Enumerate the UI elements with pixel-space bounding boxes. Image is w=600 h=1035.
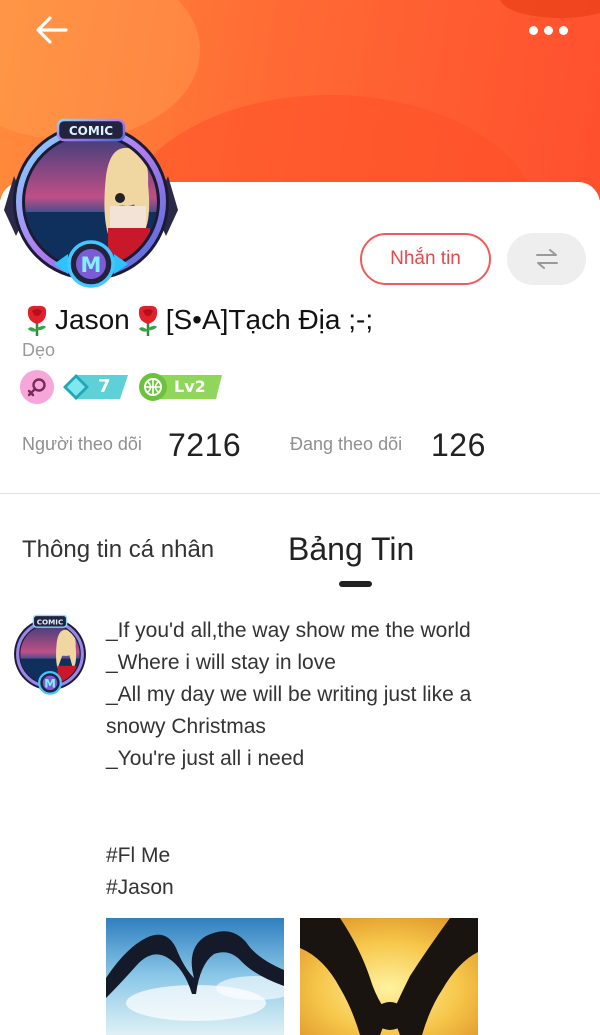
profile-name: Jason [S•A]Tạch Địa ;-; xyxy=(22,300,376,340)
back-button[interactable] xyxy=(28,8,76,52)
following-label: Đang theo dõi xyxy=(290,434,403,454)
avatar-frame-letter: M xyxy=(81,253,102,277)
swap-arrows-icon xyxy=(535,249,558,269)
post-line: _You're just all i need xyxy=(106,747,305,770)
following-count[interactable]: 126 xyxy=(431,427,486,464)
tab-feed[interactable]: Bảng Tin xyxy=(288,531,414,568)
switch-button[interactable] xyxy=(507,233,586,285)
female-icon xyxy=(20,370,54,404)
arrow-left-icon xyxy=(36,16,68,44)
hashtag[interactable]: #Jason xyxy=(106,872,174,904)
badge-row: 7 Lv2 xyxy=(20,370,224,404)
post-avatar-frame-letter: M xyxy=(44,676,56,690)
message-button[interactable]: Nhắn tin xyxy=(360,233,491,285)
rose-icon xyxy=(138,305,157,336)
followers-label: Người theo dõi xyxy=(22,434,142,454)
profile-name-suffix: [S•A]Tạch Địa ;-; xyxy=(165,304,374,335)
message-button-label: Nhắn tin xyxy=(390,248,461,269)
heart-hands-sky-image[interactable] xyxy=(106,918,284,1035)
rose-icon xyxy=(27,305,47,336)
more-options-button[interactable] xyxy=(518,14,578,46)
level-badge: Lv2 xyxy=(138,372,224,402)
post-author-avatar[interactable]: COMIC M xyxy=(10,614,90,696)
post-hashtags: #Fl Me #Jason xyxy=(106,840,174,904)
profile-name-text: Jason xyxy=(55,304,130,335)
profile-nickname: Dẹo xyxy=(22,340,56,360)
post-text: _If you'd all,the way show me the world … xyxy=(106,615,576,775)
divider xyxy=(0,493,600,494)
avatar-frame-label: COMIC xyxy=(69,124,113,138)
post-line: _Where i will stay in love xyxy=(106,651,336,674)
avatar[interactable]: COMIC M xyxy=(2,114,180,294)
active-tab-indicator xyxy=(339,581,372,587)
gem-level-value: 7 xyxy=(98,376,111,397)
followers-count[interactable]: 7216 xyxy=(168,427,241,464)
tab-personal-info[interactable]: Thông tin cá nhân xyxy=(22,536,214,564)
post-line: _All my day we will be writing just like… xyxy=(106,683,472,706)
post-line: _If you'd all,the way show me the world xyxy=(106,619,471,642)
post-line: snowy Christmas xyxy=(106,715,266,738)
follow-stats: Người theo dõi 7216 Đang theo dõi 126 xyxy=(22,420,582,472)
more-dots-icon xyxy=(528,25,538,35)
holding-hands-sunset-image[interactable] xyxy=(300,918,478,1035)
gem-level-badge: 7 xyxy=(62,373,130,401)
level-badge-label: Lv2 xyxy=(174,377,206,396)
post-avatar-frame-label: COMIC xyxy=(37,617,64,626)
hashtag[interactable]: #Fl Me xyxy=(106,840,174,872)
